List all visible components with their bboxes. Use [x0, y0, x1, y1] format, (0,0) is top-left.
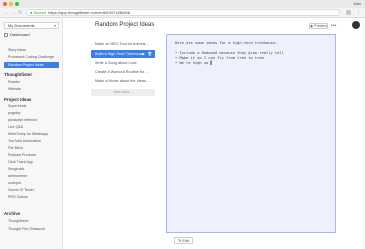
sidebar-item-armhummer[interactable]: armhummer — [8, 173, 63, 179]
editor-line: • We're high up ▌ — [175, 61, 213, 65]
idea-item-workout-routine[interactable]: Create a Workout Routine for ... — [91, 68, 155, 76]
sidebar-item-thought-flex-relaunch[interactable]: Thought Flex Relaunch — [8, 226, 63, 232]
sidebar-item-snugtrack[interactable]: Snugtrack — [8, 166, 63, 172]
play-icon[interactable]: ▶ — [142, 51, 145, 57]
sidebar-item-story-ideas[interactable]: Story Ideas — [8, 47, 63, 53]
idea-item-label: Build a High-Tech Treehouse — [95, 52, 144, 56]
sidebar-item-sound-of-tester[interactable]: Sound Of Tester — [8, 187, 63, 193]
more-options-icon[interactable]: ••• — [331, 23, 336, 29]
sidebar-section-thoughtlister: Thoughtlister — [4, 72, 33, 77]
sidebar-item-codeput[interactable]: codeput — [8, 180, 63, 186]
chevron-down-icon: ▾ — [53, 23, 56, 28]
sidebar-item-click-track-app[interactable]: Click Track App — [8, 159, 63, 165]
minimize-window-button[interactable] — [9, 2, 13, 6]
idea-item-treehouse[interactable]: Build a High-Tech Treehouse ▶ 🗑 — [91, 50, 155, 58]
editor-line: • Include a Redwood because they grow re… — [175, 51, 284, 55]
workspace-select-value: My Documents — [8, 23, 35, 28]
sidebar-item-website[interactable]: Website — [8, 86, 63, 92]
idea-item-label: Create a Workout Routine for ... — [95, 70, 149, 74]
sidebar-item-rpg-classe[interactable]: RPG Classe — [8, 194, 63, 200]
page-title: Random Project Ideas — [95, 22, 155, 28]
idea-item-seo-tool[interactable]: Make an SEO Tool for Admins... — [91, 40, 155, 48]
trash-icon[interactable]: 🗑 — [147, 51, 152, 57]
extension-icon[interactable] — [346, 10, 351, 15]
edit-label: Edit — [182, 239, 189, 243]
sidebar-item-roadm[interactable]: Roadm — [8, 79, 63, 85]
dashboard-icon — [4, 33, 8, 37]
sidebar: My Documents ▾ Dashboard Story Ideas Pro… — [0, 18, 63, 249]
idea-item-label: Make a Movie about the Ideas... — [95, 79, 150, 83]
editor-line: • Make it so I can fly from tree to tree — [175, 56, 264, 60]
sidebar-item-javascript-reflector[interactable]: javascript reflector — [8, 117, 63, 123]
preview-button[interactable]: ◉ Preview — [309, 23, 328, 29]
sidebar-section-archive: Archive — [4, 211, 21, 216]
close-window-button[interactable] — [3, 2, 7, 6]
idea-editor[interactable]: Here are some ideas for a high-tech tree… — [166, 34, 336, 233]
window-titlebar: Max — [0, 0, 365, 8]
sidebar-item-file-bitch[interactable]: File Bitch — [8, 145, 63, 151]
sidebar-item-label: Dashboard — [10, 32, 30, 37]
back-arrow-icon[interactable]: ← — [4, 10, 9, 16]
page-scrollbar[interactable] — [361, 18, 365, 249]
idea-item-song-about-love[interactable]: Write a Song about Love — [91, 59, 155, 67]
sidebar-section-project-ideas: Project Ideas — [4, 97, 32, 102]
sidebar-item-prominent-coding-challenge[interactable]: Prominent Coding Challenge — [8, 54, 63, 60]
sidebar-item-youtube-automation[interactable]: YouTube Automation — [8, 138, 63, 144]
edit-button[interactable]: ✎ Edit — [174, 237, 193, 244]
sidebar-item-superfunds[interactable]: Superfunds — [8, 103, 63, 109]
reload-icon[interactable]: ↻ — [18, 10, 22, 16]
workspace-select[interactable]: My Documents ▾ — [4, 22, 59, 29]
preview-label: Preview — [314, 24, 327, 28]
browser-toolbar: ← → ↻ ●Secure https://app.thoughtlister.c… — [0, 8, 365, 18]
idea-item-label: Write a Song about Love — [95, 61, 137, 65]
new-idea-input[interactable]: New Idea... — [91, 89, 155, 96]
avatar[interactable] — [352, 21, 360, 29]
sidebar-item-live-qa[interactable]: Live Q&A — [8, 124, 63, 130]
idea-item-movie-about-ideas[interactable]: Make a Movie about the Ideas... — [91, 77, 155, 85]
address-bar[interactable]: ●Secure https://app.thoughtlister.com/edi… — [26, 9, 340, 16]
idea-item-label: Make an SEO Tool for Admins... — [95, 42, 149, 46]
browser-menu-icon[interactable]: ⋮ — [356, 9, 361, 15]
secure-label: Secure — [33, 10, 47, 15]
sidebar-item-webchimp[interactable]: WebChimp for Whatsapp — [8, 131, 63, 137]
sidebar-item-archive-thoughtlister[interactable]: Thoughtlister — [8, 218, 63, 224]
editor-line: Here are some ideas for a high-tech tree… — [175, 41, 278, 45]
sidebar-item-dashboard[interactable]: Dashboard — [4, 32, 59, 38]
url-text: https://app.thoughtlister.com/edit/1997c… — [48, 10, 130, 15]
sidebar-item-random-project-ideas[interactable]: Random Project Ideas — [4, 62, 59, 68]
sidebar-item-pugsley[interactable]: pugsley — [8, 110, 63, 116]
forward-arrow-icon[interactable]: → — [11, 10, 16, 16]
maximize-window-button[interactable] — [15, 2, 19, 6]
sidebar-item-podcast-producer[interactable]: Podcast Producer — [8, 152, 63, 158]
browser-user-name[interactable]: Max — [353, 1, 361, 6]
